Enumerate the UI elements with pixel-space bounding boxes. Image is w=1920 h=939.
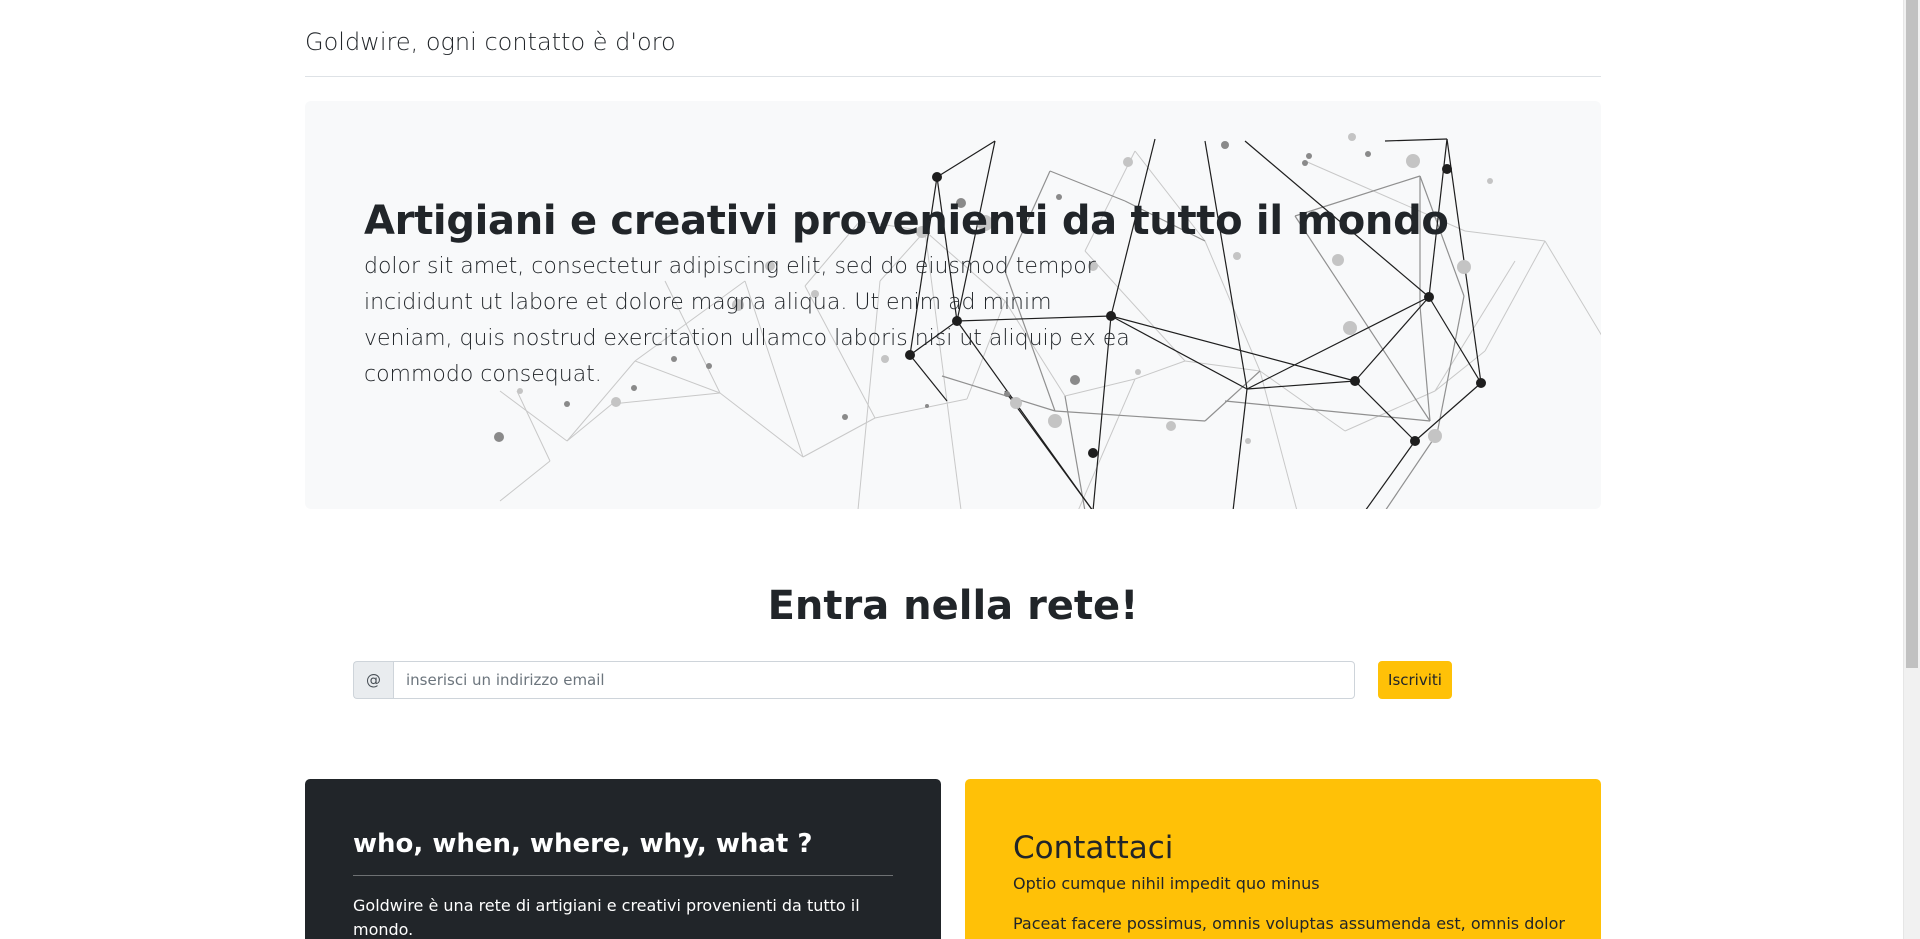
page-container: Goldwire, ogni contatto è d'oro Artigian… — [305, 0, 1601, 939]
at-sign-prefix: @ — [353, 661, 393, 699]
about-card-text: Goldwire è una rete di artigiani e creat… — [353, 896, 860, 939]
signup-form: @ Iscriviti — [353, 661, 1553, 699]
hero-title: Artigiani e creativi provenienti da tutt… — [364, 198, 1449, 244]
about-card: who, when, where, why, what ? Goldwire è… — [305, 779, 941, 939]
contact-card-text: Paceat facere possimus, omnis voluptas a… — [1013, 914, 1565, 933]
email-field[interactable] — [393, 661, 1355, 699]
signup-heading: Entra nella rete! — [767, 583, 1139, 629]
vertical-scrollbar[interactable] — [1903, 0, 1920, 939]
contact-card-title: Contattaci — [1013, 830, 1174, 866]
email-input-group: @ — [353, 661, 1355, 699]
hero-lead-text: dolor sit amet, consectetur adipiscing e… — [364, 254, 1130, 387]
brand-title[interactable]: Goldwire, ogni contatto è d'oro — [305, 20, 676, 56]
subscribe-button[interactable]: Iscriviti — [1378, 661, 1452, 699]
hero-jumbotron: Artigiani e creativi provenienti da tutt… — [305, 101, 1601, 509]
scrollbar-thumb[interactable] — [1906, 0, 1918, 668]
about-card-title: who, when, where, why, what ? — [353, 827, 893, 876]
header: Goldwire, ogni contatto è d'oro — [305, 0, 1601, 77]
contact-card: Contattaci Optio cumque nihil impedit qu… — [965, 779, 1601, 939]
hero-content: Artigiani e creativi provenienti da tutt… — [364, 197, 1449, 393]
contact-card-subtitle: Optio cumque nihil impedit quo minus — [1013, 874, 1320, 893]
